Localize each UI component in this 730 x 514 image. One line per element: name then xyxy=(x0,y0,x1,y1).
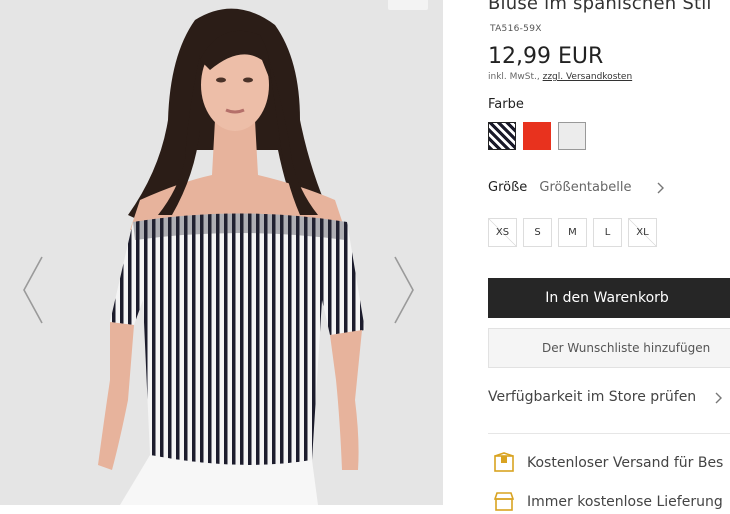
product-image-gallery[interactable] xyxy=(0,0,443,505)
color-swatch-red[interactable] xyxy=(523,122,551,150)
tax-note-text: inkl. MwSt., xyxy=(488,72,543,82)
size-option-s[interactable]: S xyxy=(523,218,552,247)
add-to-wishlist-button[interactable]: Der Wunschliste hinzufügen xyxy=(488,328,730,368)
product-photo xyxy=(0,0,443,505)
product-price: 12,99 EUR xyxy=(488,44,604,69)
gallery-thumbnail-tab[interactable] xyxy=(388,0,428,10)
parcel-icon xyxy=(494,452,514,472)
previous-image-arrow-icon[interactable] xyxy=(20,255,46,325)
product-details-panel: Bluse im spanischen Stil TA516-59X 12,99… xyxy=(488,0,730,511)
size-guide-link[interactable]: Größentabelle xyxy=(539,180,631,195)
product-sku: TA516-59X xyxy=(490,24,542,34)
chevron-right-icon[interactable] xyxy=(654,181,668,195)
color-swatch-light-grey[interactable] xyxy=(558,122,586,150)
size-header: Größe Größentabelle xyxy=(488,180,631,195)
shipping-costs-link[interactable]: zzgl. Versandkosten xyxy=(543,72,633,82)
next-image-arrow-icon[interactable] xyxy=(391,255,417,325)
color-label: Farbe xyxy=(488,97,524,112)
size-option-l[interactable]: L xyxy=(593,218,622,247)
benefit-text: Immer kostenlose Lieferung xyxy=(527,494,723,510)
benefit-free-shipping: Kostenloser Versand für Bes xyxy=(492,451,723,475)
size-label: Größe xyxy=(488,180,528,195)
color-swatch-striped[interactable] xyxy=(488,122,516,150)
chevron-right-icon[interactable] xyxy=(712,391,726,405)
size-option-xs[interactable]: XS xyxy=(488,218,517,247)
store-icon xyxy=(493,492,515,511)
size-option-xl[interactable]: XL xyxy=(628,218,657,247)
add-to-cart-button[interactable]: In den Warenkorb xyxy=(488,278,730,318)
size-option-m[interactable]: M xyxy=(558,218,587,247)
product-title: Bluse im spanischen Stil xyxy=(488,0,712,14)
check-store-availability-link[interactable]: Verfügbarkeit im Store prüfen xyxy=(488,389,696,405)
benefit-free-delivery: Immer kostenlose Lieferung xyxy=(492,490,723,514)
divider xyxy=(488,433,730,434)
tax-note: inkl. MwSt., zzgl. Versandkosten xyxy=(488,72,632,82)
benefit-text: Kostenloser Versand für Bes xyxy=(527,455,724,471)
